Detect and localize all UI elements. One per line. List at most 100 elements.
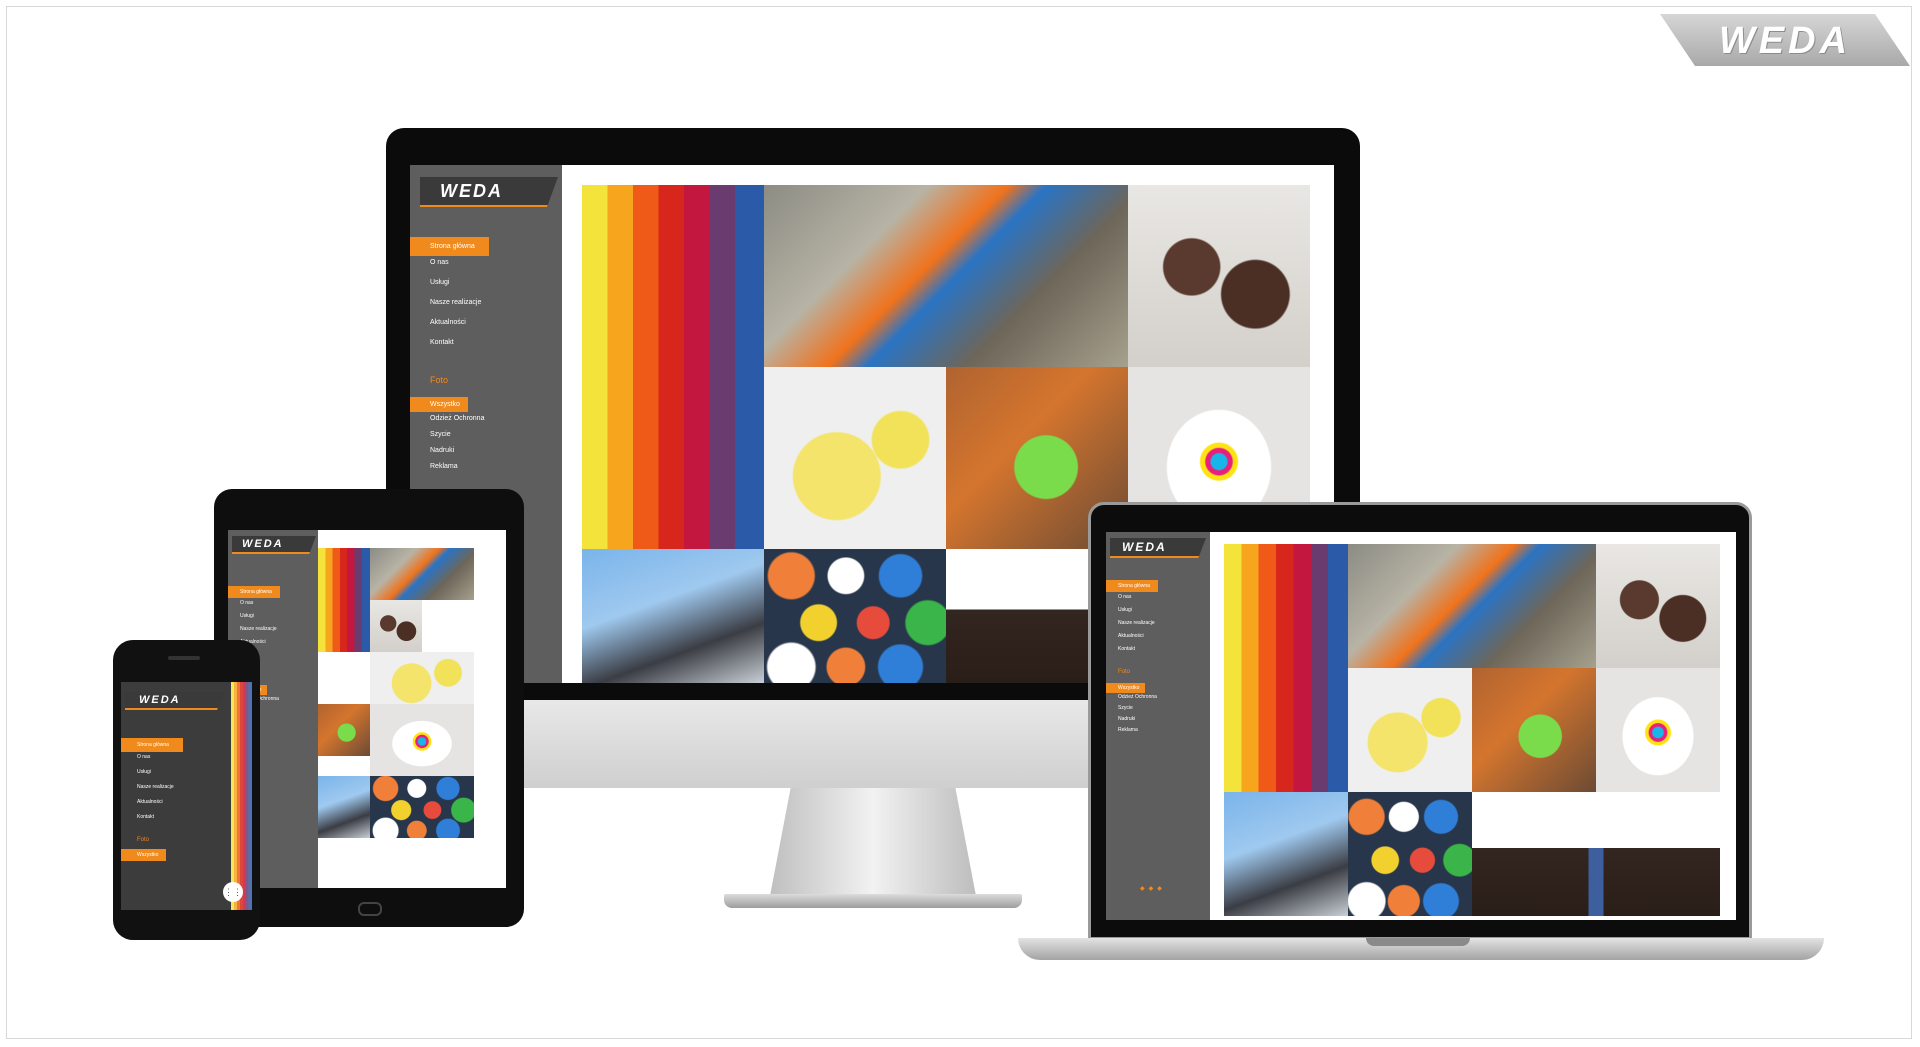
macbook-filter-label: Nadruki bbox=[1118, 716, 1136, 722]
imac-filter-item[interactable]: Nadruki bbox=[410, 447, 562, 463]
imac-filter-label: Reklama bbox=[430, 463, 458, 470]
iphone-filter-item[interactable]: Wszystko bbox=[121, 849, 231, 862]
iphone-menu-item[interactable]: Usługi bbox=[121, 769, 231, 784]
imac-menu-item[interactable]: Usługi bbox=[410, 279, 562, 299]
imac-site-logo[interactable]: WEDA bbox=[420, 177, 558, 207]
iphone-menu-item[interactable]: O nas bbox=[121, 754, 231, 769]
macbook-menu-item[interactable]: Nasze realizacje bbox=[1106, 620, 1210, 633]
imac-menu-item[interactable]: Aktualności bbox=[410, 319, 562, 339]
iphone-screen: WEDA Strona główna O nas Usługi Nasze re… bbox=[121, 682, 252, 910]
imac-menu-label: Kontakt bbox=[430, 339, 454, 346]
iphone-menu-label: O nas bbox=[137, 754, 151, 760]
iphone-site-logo-text: WEDA bbox=[139, 694, 181, 706]
facebook-icon[interactable]: ◆ bbox=[1140, 886, 1149, 892]
ipad-gallery bbox=[318, 548, 482, 888]
twitter-icon[interactable]: ◆ bbox=[1149, 886, 1158, 892]
gallery-tile-tshirt-cmyk[interactable] bbox=[1596, 668, 1720, 792]
macbook-menu-item[interactable]: Usługi bbox=[1106, 607, 1210, 620]
macbook-menu-item[interactable]: Aktualności bbox=[1106, 633, 1210, 646]
gallery-tile-thread-spools[interactable] bbox=[318, 548, 370, 652]
ipad-menu-item[interactable]: Strona główna bbox=[228, 586, 318, 600]
imac-menu-label: O nas bbox=[430, 259, 449, 266]
macbook-menu-item[interactable]: Strona główna bbox=[1106, 580, 1210, 594]
gallery-tile-roofer-worker[interactable] bbox=[370, 548, 474, 600]
ipad-site-logo[interactable]: WEDA bbox=[232, 536, 316, 554]
iphone-filter-label: Wszystko bbox=[121, 849, 167, 861]
iphone-menu-item[interactable]: Aktualności bbox=[121, 799, 231, 814]
gallery-tile-yellow-gloves[interactable] bbox=[764, 367, 946, 549]
iphone-grid-button[interactable]: ⋮⋮ bbox=[223, 882, 243, 902]
gallery-tile-rope-climbers[interactable] bbox=[582, 549, 764, 683]
iphone-section-label: Foto bbox=[137, 837, 150, 843]
gallery-tile-roofer-worker[interactable] bbox=[1348, 544, 1596, 668]
iphone-menu-label: Kontakt bbox=[137, 814, 154, 820]
ipad-menu-label: Usługi bbox=[240, 613, 254, 619]
imac-filter-item[interactable]: Wszystko bbox=[410, 397, 562, 415]
gallery-tile-gift-box[interactable] bbox=[1472, 792, 1720, 916]
gallery-tile-yellow-gloves[interactable] bbox=[1348, 668, 1472, 792]
macbook-filter-item[interactable]: Wszystko bbox=[1106, 683, 1210, 694]
iphone-menu-item[interactable]: Kontakt bbox=[121, 814, 231, 829]
gallery-tile-thread-spools[interactable] bbox=[1224, 544, 1348, 792]
iphone-menu-item[interactable]: Nasze realizacje bbox=[121, 784, 231, 799]
imac-filter-item[interactable]: Szycie bbox=[410, 431, 562, 447]
imac-menu-label: Nasze realizacje bbox=[430, 299, 482, 306]
ipad-menu-label: Nasze realizacje bbox=[240, 626, 277, 632]
iphone-site-logo[interactable]: WEDA bbox=[125, 692, 225, 710]
macbook-menu: Strona główna O nas Usługi Nasze realiza… bbox=[1106, 580, 1210, 738]
gallery-tile-hard-hats[interactable] bbox=[1348, 792, 1472, 916]
imac-section-label: Foto bbox=[430, 375, 449, 385]
gallery-tile-green-glove-worker[interactable] bbox=[318, 704, 370, 756]
imac-filter-item[interactable]: Odzież Ochronna bbox=[410, 415, 562, 431]
gallery-tile-work-boots[interactable] bbox=[1596, 544, 1720, 668]
iphone-menu: Strona główna O nas Usługi Nasze realiza… bbox=[121, 738, 231, 862]
macbook-menu-label: Kontakt bbox=[1118, 646, 1135, 652]
imac-filter-item[interactable]: Reklama bbox=[410, 463, 562, 479]
macbook-filter-item[interactable]: Odzież Ochronna bbox=[1106, 694, 1210, 705]
macbook-filter-label: Odzież Ochronna bbox=[1118, 694, 1157, 700]
gallery-tile-hard-hats[interactable] bbox=[370, 776, 474, 838]
imac-menu-label: Usługi bbox=[430, 279, 450, 286]
macbook-menu-label: Nasze realizacje bbox=[1118, 620, 1155, 626]
ipad-menu-label: Strona główna bbox=[228, 586, 280, 598]
macbook-section-label: Foto bbox=[1118, 669, 1131, 675]
imac-menu-item[interactable]: O nas bbox=[410, 259, 562, 279]
ipad-menu-item[interactable]: Nasze realizacje bbox=[228, 626, 318, 639]
imac-menu-item[interactable]: Nasze realizacje bbox=[410, 299, 562, 319]
imac-filter-label: Wszystko bbox=[410, 397, 468, 412]
macbook-site-logo-text: WEDA bbox=[1122, 540, 1167, 554]
gallery-tile-yellow-gloves[interactable] bbox=[370, 652, 474, 704]
imac-menu-label: Aktualności bbox=[430, 319, 466, 326]
ipad-menu-item[interactable]: Usługi bbox=[228, 613, 318, 626]
iphone-speaker bbox=[168, 656, 200, 660]
gallery-tile-thread-spools[interactable] bbox=[231, 682, 252, 910]
macbook-menu-item[interactable]: O nas bbox=[1106, 594, 1210, 607]
iphone-menu-item[interactable]: Strona główna bbox=[121, 738, 231, 754]
gallery-tile-work-boots[interactable] bbox=[1128, 185, 1310, 367]
gallery-tile-work-boots[interactable] bbox=[370, 600, 422, 652]
macbook-gallery bbox=[1224, 544, 1728, 920]
gallery-tile-tshirt-cmyk[interactable] bbox=[370, 704, 474, 776]
ipad-home-button bbox=[358, 902, 382, 916]
macbook-menu-label: O nas bbox=[1118, 594, 1132, 600]
macbook-menu-label: Usługi bbox=[1118, 607, 1132, 613]
ipad-menu-item[interactable]: O nas bbox=[228, 600, 318, 613]
macbook-filter-item[interactable]: Nadruki bbox=[1106, 716, 1210, 727]
imac-menu-item[interactable]: Kontakt bbox=[410, 339, 562, 359]
instagram-icon[interactable]: ◆ bbox=[1157, 886, 1166, 892]
macbook-menu-item[interactable]: Kontakt bbox=[1106, 646, 1210, 659]
gallery-tile-roofer-worker[interactable] bbox=[764, 185, 1128, 367]
gallery-tile-thread-spools[interactable] bbox=[582, 185, 764, 549]
macbook-social-icons: ◆◆◆ bbox=[1140, 885, 1166, 892]
macbook-site-logo[interactable]: WEDA bbox=[1110, 538, 1206, 558]
gallery-tile-rope-climbers[interactable] bbox=[1224, 792, 1348, 916]
imac-filter-label: Nadruki bbox=[430, 447, 455, 454]
imac-filter-label: Odzież Ochronna bbox=[430, 415, 485, 422]
gallery-tile-hard-hats[interactable] bbox=[764, 549, 946, 683]
gallery-tile-green-glove-worker[interactable] bbox=[1472, 668, 1596, 792]
gallery-tile-rope-climbers[interactable] bbox=[318, 776, 370, 838]
macbook-filter-item[interactable]: Szycie bbox=[1106, 705, 1210, 716]
imac-menu-item[interactable]: Strona główna bbox=[410, 237, 562, 259]
macbook-filter-label: Reklama bbox=[1118, 727, 1138, 733]
macbook-filter-item[interactable]: Reklama bbox=[1106, 727, 1210, 738]
